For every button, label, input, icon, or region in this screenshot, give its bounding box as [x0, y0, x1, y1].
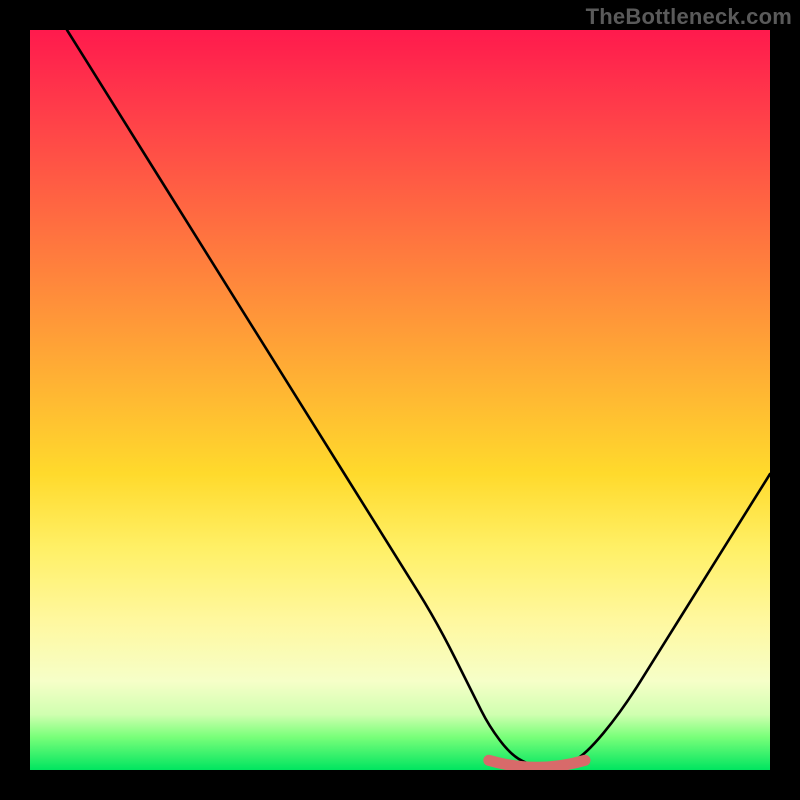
plot-area	[30, 30, 770, 770]
chart-container: TheBottleneck.com	[0, 0, 800, 800]
flat-minimum-highlight	[489, 760, 585, 767]
bottleneck-curve	[67, 30, 770, 769]
watermark-text: TheBottleneck.com	[586, 4, 792, 30]
bottleneck-curve-svg	[30, 30, 770, 770]
